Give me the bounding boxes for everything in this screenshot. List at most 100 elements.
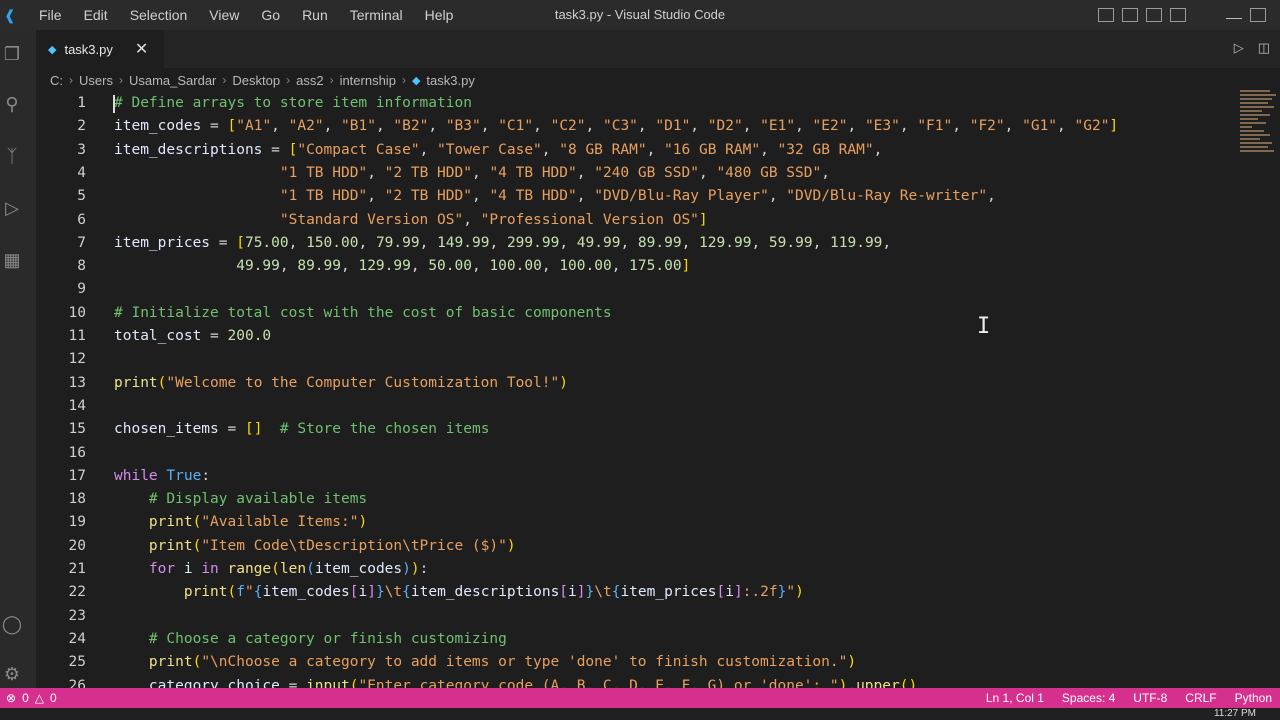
line-number: 1 — [77, 95, 86, 111]
breadcrumb-item[interactable]: Desktop — [232, 73, 280, 88]
code-line[interactable]: 3 item_descriptions = ["Compact Case", "T… — [36, 138, 1236, 162]
breadcrumb-item[interactable]: Usama_Sardar — [129, 73, 216, 88]
code-line[interactable]: 10 # Initialize total cost with the cost … — [36, 301, 1236, 325]
code-line[interactable]: 26 category_choice = input("Enter catego… — [36, 674, 1236, 689]
code-line[interactable]: 24 # Choose a category or finish customi… — [36, 627, 1236, 651]
code-line[interactable]: 21 for i in range(len(item_codes)): — [36, 557, 1236, 581]
run-file-icon[interactable]: ▷ — [1234, 40, 1244, 56]
code-line[interactable]: 2 item_codes = ["A1", "A2", "B1", "B2", "… — [36, 114, 1236, 138]
menu-run[interactable]: Run — [291, 7, 339, 23]
code-line[interactable]: 16 — [36, 441, 1236, 465]
code-line[interactable]: 17 while True: — [36, 464, 1236, 488]
code-line[interactable]: 8 49.99, 89.99, 129.99, 50.00, 100.00, 1… — [36, 254, 1236, 278]
line-number: 18 — [68, 491, 86, 508]
line-endings[interactable]: CRLF — [1185, 691, 1216, 705]
code-text: item_descriptions = ["Compact Case", "To… — [114, 141, 883, 158]
toggle-sidebar-icon[interactable] — [1098, 8, 1114, 22]
code-line[interactable]: 12 — [36, 347, 1236, 371]
code-line[interactable]: 1 # Define arrays to store item informati… — [36, 91, 1236, 115]
code-line[interactable]: 9 — [36, 277, 1236, 301]
separator — [1194, 8, 1218, 22]
explorer-icon[interactable]: ❐ — [0, 42, 24, 66]
line-number: 21 — [68, 561, 86, 577]
code-line[interactable]: 22 print(f"{item_codes[i]}\t{item_descri… — [36, 580, 1236, 604]
code-text: # Initialize total cost with the cost of… — [114, 304, 612, 321]
line-number: 12 — [68, 351, 86, 368]
code-line[interactable]: 4 "1 TB HDD", "2 TB HDD", "4 TB HDD", "2… — [36, 161, 1236, 185]
vscode-logo-icon: ❰ — [4, 7, 16, 23]
python-file-icon: ◆ — [48, 43, 57, 56]
code-line[interactable]: 20 print("Item Code\tDescription\tPrice … — [36, 534, 1236, 558]
line-number: 14 — [68, 397, 86, 414]
os-taskbar: 11:27 PM — [0, 708, 1280, 720]
menu-go[interactable]: Go — [250, 7, 291, 23]
tab-task3-py[interactable]: ◆ task3.py ✕ — [36, 30, 164, 68]
indentation[interactable]: Spaces: 4 — [1062, 691, 1115, 705]
line-number: 7 — [77, 234, 86, 251]
settings-gear-icon[interactable]: ⚙ — [0, 662, 24, 686]
line-number: 8 — [77, 258, 86, 275]
encoding[interactable]: UTF-8 — [1133, 691, 1167, 705]
mouse-ibeam-cursor-icon: I — [977, 314, 991, 339]
menu-help[interactable]: Help — [414, 7, 465, 23]
customize-layout-icon[interactable] — [1170, 8, 1186, 22]
tab-label: task3.py — [64, 41, 113, 57]
menu-file[interactable]: File — [28, 7, 73, 23]
breadcrumb-item[interactable]: C: — [50, 73, 63, 88]
breadcrumb-item[interactable]: task3.py — [426, 73, 474, 88]
account-icon[interactable]: ◯ — [0, 612, 24, 636]
line-number: 11 — [68, 328, 86, 344]
toggle-secondary-sidebar-icon[interactable] — [1146, 8, 1162, 22]
code-line[interactable]: 18 # Display available items — [36, 487, 1236, 511]
menu-edit[interactable]: Edit — [73, 7, 119, 23]
line-number: 19 — [68, 514, 86, 531]
code-line[interactable]: 6 "Standard Version OS", "Professional V… — [36, 208, 1236, 232]
menu-selection[interactable]: Selection — [119, 7, 199, 23]
line-number: 3 — [77, 141, 86, 158]
code-line[interactable]: 23 — [36, 604, 1236, 628]
code-text: chosen_items = [] # Store the chosen ite… — [114, 421, 490, 438]
source-control-icon[interactable]: ᛉ — [0, 144, 24, 168]
code-editor[interactable]: 1 # Define arrays to store item informati… — [36, 90, 1280, 688]
code-line[interactable]: 7 item_prices = [75.00, 150.00, 79.99, 14… — [36, 231, 1236, 255]
breadcrumb-item[interactable]: Users — [79, 73, 113, 88]
code-line[interactable]: 14 — [36, 394, 1236, 418]
code-line[interactable]: 5 "1 TB HDD", "2 TB HDD", "4 TB HDD", "D… — [36, 184, 1236, 208]
line-number: 24 — [68, 630, 86, 647]
warning-count: 0 — [49, 691, 57, 705]
code-line[interactable]: 15 chosen_items = [] # Store the chosen i… — [36, 417, 1236, 441]
problems-indicator[interactable]: ⊗ 0 △ 0 — [6, 691, 57, 705]
breadcrumb-item[interactable]: ass2 — [296, 73, 323, 88]
minimize-icon[interactable] — [1226, 11, 1242, 19]
line-number: 2 — [77, 118, 86, 135]
breadcrumb-item[interactable]: internship — [340, 73, 396, 88]
code-text: # Display available items — [148, 491, 368, 508]
toggle-panel-icon[interactable] — [1122, 8, 1138, 22]
chevron-right-icon: › — [69, 73, 73, 87]
line-number: 17 — [68, 467, 86, 484]
code-line[interactable]: 11 total_cost = 200.0 — [36, 324, 1236, 348]
search-icon[interactable]: ⚲ — [0, 92, 24, 116]
cursor-position[interactable]: Ln 1, Col 1 — [986, 691, 1044, 705]
code-line[interactable]: 13 print("Welcome to the Computer Customi… — [36, 371, 1236, 395]
run-debug-icon[interactable]: ▷ — [0, 196, 24, 220]
line-number: 25 — [68, 654, 86, 671]
language-mode[interactable]: Python — [1235, 691, 1272, 705]
activity-bar: ❐ ⚲ ᛉ ▷ ▦ ◯ ⚙ — [0, 30, 36, 700]
window-controls — [1098, 0, 1280, 30]
code-text: "Standard Version OS", "Professional Ver… — [279, 211, 708, 228]
code-line[interactable]: 19 print("Available Items:") — [36, 510, 1236, 534]
extensions-icon[interactable]: ▦ — [0, 248, 24, 272]
menu-terminal[interactable]: Terminal — [339, 7, 414, 23]
code-line[interactable]: 25 print("\nChoose a category to add ite… — [36, 650, 1236, 674]
close-tab-icon[interactable]: ✕ — [135, 39, 148, 59]
python-file-icon: ◆ — [411, 74, 421, 87]
chevron-right-icon: › — [286, 73, 291, 87]
menu-view[interactable]: View — [198, 7, 250, 23]
maximize-icon[interactable] — [1250, 8, 1266, 22]
code-text: item_prices = [75.00, 150.00, 79.99, 149… — [114, 234, 892, 251]
split-editor-icon[interactable]: ◫ — [1258, 40, 1270, 56]
minimap[interactable] — [1236, 88, 1280, 188]
line-number: 10 — [68, 304, 86, 321]
code-text: # Define arrays to store item informatio… — [114, 95, 472, 111]
